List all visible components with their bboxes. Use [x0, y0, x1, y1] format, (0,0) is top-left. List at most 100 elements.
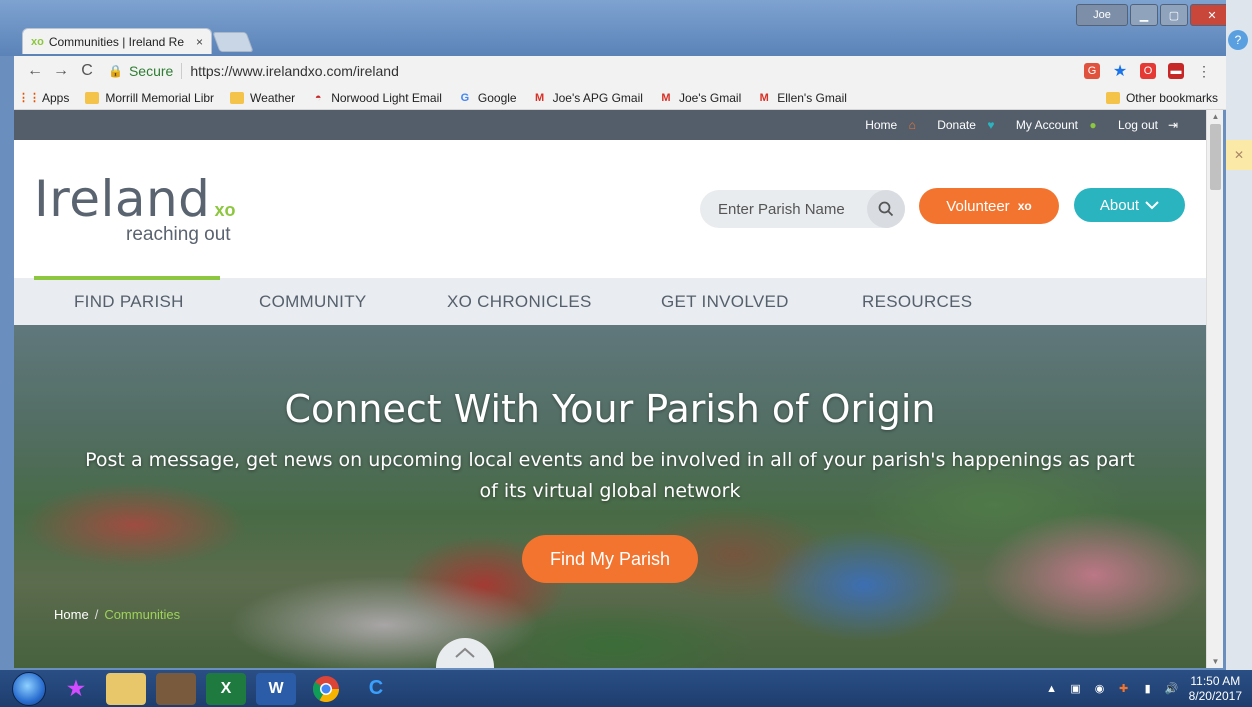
extension-icons: G ★ O ▬ ⋮	[1084, 63, 1212, 80]
nav-community[interactable]: COMMUNITY	[259, 292, 367, 312]
chevron-up-icon	[454, 646, 476, 668]
main-nav: FIND PARISH COMMUNITY XO CHRONICLES GET …	[14, 276, 1206, 325]
menu-icon[interactable]: ⋮	[1196, 63, 1212, 79]
donate-link-label: Donate	[937, 118, 976, 132]
about-label: About	[1099, 196, 1140, 214]
folder-icon	[1105, 91, 1120, 104]
scroll-down-arrow-icon[interactable]: ▼	[1207, 657, 1224, 666]
logout-link[interactable]: Log out ⇥	[1118, 118, 1180, 132]
forward-icon[interactable]: →	[48, 62, 74, 80]
system-tray: ▲ ▣ ◉ ✚ ▮ 🔊 11:50 AM 8/20/2017	[1045, 674, 1252, 704]
profile-button[interactable]: Joe	[1076, 4, 1128, 26]
reload-icon[interactable]: C	[74, 62, 100, 80]
donate-link[interactable]: Donate ♥	[937, 118, 998, 132]
new-tab-button[interactable]	[212, 32, 254, 52]
site-logo[interactable]: Ireland xo reaching out	[34, 170, 236, 245]
bookmark-apps[interactable]: ⋮⋮ Apps	[18, 91, 69, 105]
home-link-label: Home	[865, 118, 898, 132]
logo-wordmark: Ireland	[34, 170, 211, 228]
window-controls: Joe ▁ ▢ ✕	[1076, 4, 1234, 26]
volunteer-button[interactable]: Volunteer xo	[919, 188, 1059, 224]
nav-find-parish[interactable]: FIND PARISH	[74, 292, 184, 312]
extension-icon[interactable]: G	[1084, 63, 1100, 79]
hero-subtitle: Post a message, get news on upcoming loc…	[85, 449, 1135, 502]
folder-icon	[230, 91, 245, 104]
screen: { "browser": { "tab_title": "Communities…	[0, 0, 1252, 707]
close-icon[interactable]: ✕	[1226, 140, 1252, 170]
scrollbar-thumb[interactable]	[1210, 124, 1221, 190]
tab-close-icon[interactable]: ×	[196, 35, 203, 49]
bookmark-ellen-gmail[interactable]: M Ellen's Gmail	[757, 91, 847, 105]
bookmark-morrill[interactable]: Morrill Memorial Libr	[85, 91, 214, 105]
nav-xo-chronicles[interactable]: XO CHRONICLES	[447, 292, 592, 312]
start-button[interactable]	[12, 671, 46, 706]
nav-get-involved[interactable]: GET INVOLVED	[661, 292, 789, 312]
heart-icon: ♥	[987, 118, 995, 132]
nav-resources[interactable]: RESOURCES	[862, 292, 972, 312]
gmail-icon: M	[535, 91, 545, 104]
browser-tab[interactable]: xo Communities | Ireland Re ×	[22, 28, 212, 54]
omnibox[interactable]: 🔒 Secure https://www.irelandxo.com/irela…	[108, 59, 1084, 83]
bookmark-apg-gmail[interactable]: M Joe's APG Gmail	[533, 91, 643, 105]
bookmark-google[interactable]: G Google	[458, 91, 517, 105]
logo-xo: xo	[214, 200, 236, 220]
about-button[interactable]: About	[1074, 188, 1185, 222]
page-scrollbar[interactable]: ▲ ▼	[1206, 110, 1223, 668]
excel-icon[interactable]: X	[206, 672, 246, 705]
bookmarks-bar: ⋮⋮ Apps Morrill Memorial Libr Weather ◓ …	[14, 86, 1226, 110]
extension-icon[interactable]: ▬	[1168, 63, 1184, 79]
word-icon[interactable]: W	[256, 672, 296, 705]
breadcrumb-home[interactable]: Home	[54, 607, 89, 622]
utility-bar: Home ⌂ Donate ♥ My Account ● Log out ⇥	[14, 110, 1206, 140]
url-text[interactable]: https://www.irelandxo.com/ireland	[190, 63, 399, 79]
help-icon[interactable]: ?	[1228, 30, 1248, 50]
tray-app-icon[interactable]: ◉	[1093, 682, 1107, 696]
other-bookmarks[interactable]: Other bookmarks	[1105, 91, 1218, 105]
bookmark-joe-gmail[interactable]: M Joe's Gmail	[659, 91, 741, 105]
breadcrumb-current: Communities	[104, 607, 181, 622]
photo-app-icon[interactable]	[156, 672, 196, 705]
bookmark-label: Norwood Light Email	[331, 90, 442, 105]
volume-icon[interactable]: 🔊	[1165, 682, 1179, 696]
bookmark-star-icon[interactable]: ★	[1112, 63, 1128, 80]
network-icon[interactable]: ▮	[1141, 682, 1155, 696]
bookmark-label: Weather	[250, 90, 296, 105]
extension-icon[interactable]: O	[1140, 63, 1156, 79]
home-icon: ⌂	[908, 118, 916, 132]
active-tab-indicator	[34, 276, 220, 280]
search-placeholder: Enter Parish Name	[718, 200, 845, 218]
tab-favicon: xo	[31, 35, 44, 48]
clock-time: 11:50 AM	[1190, 673, 1241, 688]
clock[interactable]: 11:50 AM 8/20/2017	[1189, 674, 1242, 704]
site-header: Ireland xo reaching out Enter Parish Name…	[14, 140, 1206, 278]
maximize-button[interactable]: ▢	[1160, 4, 1188, 26]
gmail-icon: M	[759, 91, 769, 104]
bookmark-weather[interactable]: Weather	[230, 91, 295, 105]
chrome-icon[interactable]	[306, 673, 346, 705]
google-icon: G	[460, 91, 470, 104]
explorer-icon[interactable]	[106, 672, 146, 705]
scroll-up-arrow-icon[interactable]: ▲	[1207, 112, 1224, 121]
account-link[interactable]: My Account ●	[1016, 118, 1100, 132]
window-titlebar: xo Communities | Ireland Re × Joe ▁ ▢ ✕	[0, 0, 1252, 56]
secure-label: Secure	[129, 63, 183, 79]
parish-search[interactable]: Enter Parish Name	[700, 190, 905, 228]
app-c-icon[interactable]: C	[356, 673, 396, 705]
logo-tagline: reaching out	[126, 224, 231, 245]
tray-expand-icon[interactable]: ▲	[1045, 682, 1059, 696]
star-app-icon[interactable]: ★	[56, 673, 96, 705]
tab-title: Communities | Ireland Re	[48, 34, 185, 49]
back-icon[interactable]: ←	[22, 62, 48, 80]
tray-app-icon[interactable]: ▣	[1069, 682, 1083, 696]
lock-icon: 🔒	[108, 64, 123, 78]
tray-app-icon[interactable]: ✚	[1117, 682, 1131, 696]
minimize-button[interactable]: ▁	[1130, 4, 1158, 26]
apps-icon: ⋮⋮	[18, 92, 40, 104]
breadcrumb-separator: /	[94, 607, 99, 622]
find-my-parish-button[interactable]: Find My Parish	[522, 535, 698, 583]
bookmark-label: Ellen's Gmail	[777, 90, 847, 105]
bookmark-norwood[interactable]: ◓ Norwood Light Email	[311, 91, 442, 105]
search-icon[interactable]	[867, 190, 905, 228]
home-link[interactable]: Home ⌂	[865, 118, 919, 132]
bookmark-label: Morrill Memorial Libr	[105, 90, 215, 105]
